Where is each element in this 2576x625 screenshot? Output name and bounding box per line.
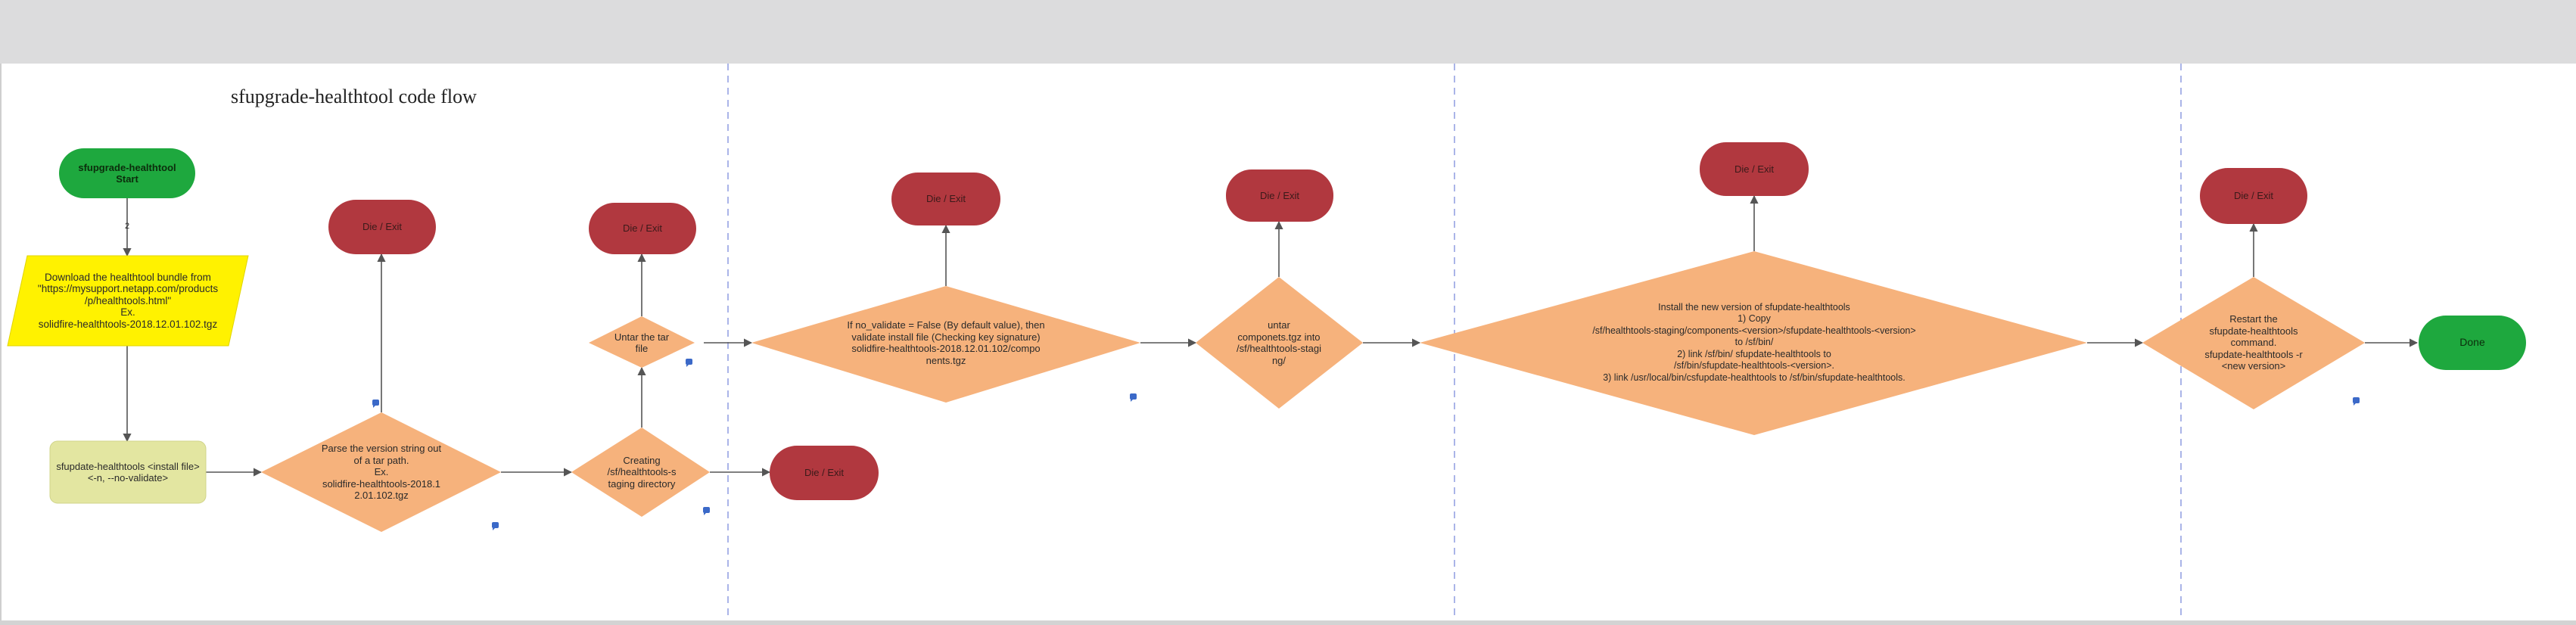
comment-icon-3[interactable]	[686, 359, 692, 367]
exit-terminator-4[interactable]	[891, 173, 1000, 225]
start-terminator[interactable]	[59, 148, 195, 198]
restart-decision[interactable]	[2142, 277, 2365, 409]
comment-icon-4[interactable]	[703, 507, 710, 515]
validate-decision[interactable]	[751, 286, 1140, 403]
exit-terminator-2[interactable]	[589, 203, 696, 254]
comment-icon-1[interactable]	[372, 400, 379, 408]
comment-icon-2[interactable]	[492, 522, 499, 530]
install-decision[interactable]	[1420, 251, 2087, 435]
exit-terminator-7[interactable]	[2200, 168, 2307, 224]
untar-components-decision[interactable]	[1196, 277, 1363, 409]
exit-terminator-6[interactable]	[1700, 142, 1809, 196]
install-command-box[interactable]	[49, 440, 207, 504]
comment-icon-6[interactable]	[2353, 397, 2360, 406]
parse-version-decision[interactable]	[261, 412, 501, 532]
download-parallelogram[interactable]	[7, 255, 249, 347]
comment-icon-5[interactable]	[1130, 393, 1137, 402]
untar-decision[interactable]	[589, 316, 695, 368]
exit-terminator-5[interactable]	[1226, 169, 1333, 222]
done-terminator[interactable]	[2419, 316, 2526, 370]
exit-terminator-3[interactable]	[770, 446, 879, 500]
exit-terminator-1[interactable]	[328, 200, 436, 254]
diagram-title: sfupgrade-healthtool code flow	[231, 86, 477, 107]
create-staging-decision[interactable]	[571, 428, 710, 517]
